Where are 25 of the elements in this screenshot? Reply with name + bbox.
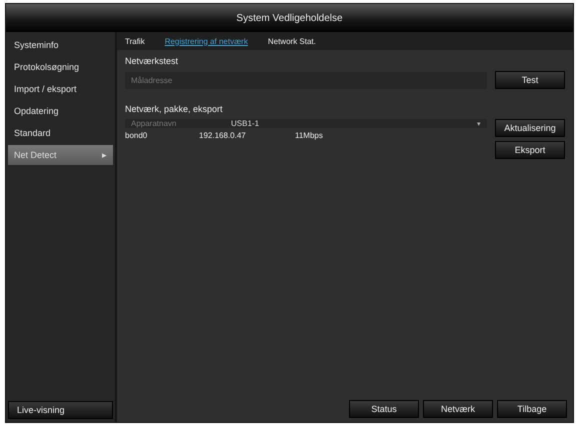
table-cell-text: 192.168.0.47 — [199, 131, 247, 140]
address-field[interactable]: Måladresse — [125, 72, 487, 88]
sidebar-item[interactable]: Net Detect ▸ — [8, 145, 113, 165]
tab[interactable]: Registrering af netværk — [164, 36, 248, 46]
action-button[interactable]: Aktualisering — [495, 119, 565, 137]
section-heading: Netværk, pakke, eksport — [125, 104, 224, 114]
tab[interactable]: Trafik — [125, 36, 145, 46]
action-button[interactable]: Eksport — [495, 141, 565, 159]
window-title: System Vedligeholdelse — [6, 4, 573, 32]
arrow-icon: ▸ — [102, 150, 107, 160]
sidebar-item[interactable]: Standard — [8, 123, 113, 143]
sidebar-item[interactable]: Protokolsøgning — [8, 57, 113, 77]
table-cell-text: bond0 — [125, 131, 148, 140]
sidebar-item[interactable]: Systeminfo — [8, 35, 113, 55]
test-button[interactable]: Test — [495, 71, 565, 89]
sidebar-item-label: Net Detect — [14, 150, 57, 160]
footer-button[interactable]: Status — [349, 400, 419, 418]
tab[interactable]: Network Stat. — [268, 36, 316, 46]
footer-button[interactable]: Tilbage — [497, 400, 567, 418]
table-cell-text: 11Mbps — [295, 131, 324, 140]
section-heading: Netværkstest — [125, 56, 180, 66]
sidebar-item[interactable]: Import / eksport — [8, 79, 113, 99]
sidebar-item[interactable]: Opdatering — [8, 101, 113, 121]
live-view-button[interactable]: Live-visning — [8, 401, 113, 419]
footer-button[interactable]: Netværk — [423, 400, 493, 418]
